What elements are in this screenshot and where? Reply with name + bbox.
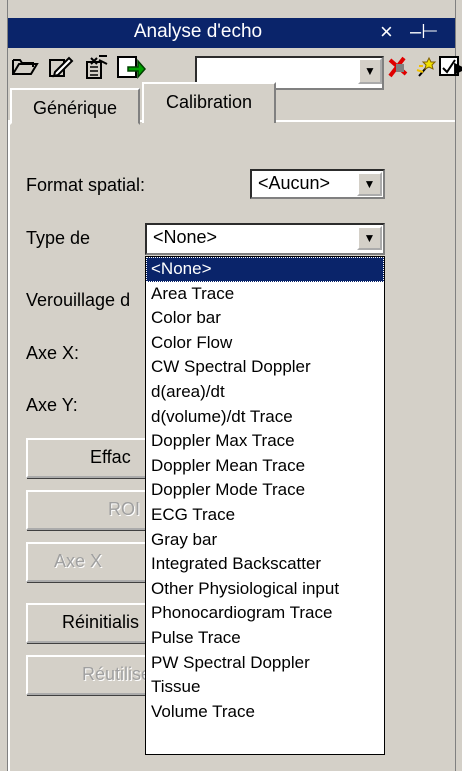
dropdown-item[interactable]: ECG Trace (146, 503, 384, 528)
dropdown-item[interactable]: Tissue (146, 675, 384, 700)
tab-generique[interactable]: Générique (10, 88, 140, 125)
window-title: Analyse d'echo (133, 21, 263, 42)
dropdown-item[interactable]: Other Physiological input (146, 577, 384, 602)
overflow-arrow-icon[interactable]: ▶ (454, 54, 462, 84)
verouillage-label: Verouillage d (26, 290, 131, 310)
pin-icon[interactable]: –⊢ (410, 19, 439, 44)
chevron-down-icon[interactable]: ▼ (357, 226, 382, 250)
format-spatial-label: Format spatial: (26, 175, 146, 195)
dropdown-item[interactable]: Doppler Max Trace (146, 429, 384, 454)
chevron-down-icon[interactable]: ▼ (357, 172, 382, 196)
dropdown-item[interactable]: Color Flow (146, 331, 384, 356)
format-spatial-select[interactable]: <Aucun> ▼ (250, 169, 385, 199)
dropdown-item[interactable]: Pulse Trace (146, 626, 384, 651)
dropdown-item[interactable]: Area Trace (146, 282, 384, 307)
dropdown-item[interactable]: Phonocardiogram Trace (146, 601, 384, 626)
dropdown-item[interactable]: Doppler Mode Trace (146, 478, 384, 503)
type-de-select[interactable]: <None> ▼ (145, 223, 385, 255)
title-bar[interactable]: Analyse d'echo × –⊢ (8, 18, 455, 48)
delete-icon[interactable] (82, 54, 112, 84)
dropdown-item[interactable]: Volume Trace (146, 700, 384, 725)
panel-left-border (0, 0, 8, 771)
edit-pencil-icon[interactable] (46, 54, 76, 84)
red-x-icon[interactable] (384, 54, 414, 84)
dropdown-item[interactable]: CW Spectral Doppler (146, 355, 384, 380)
dropdown-item[interactable]: <None> (146, 257, 384, 282)
dropdown-item[interactable]: Gray bar (146, 528, 384, 553)
dropdown-item[interactable]: d(volume)/dt Trace (146, 405, 384, 430)
type-de-label: Type de (26, 228, 91, 248)
dropdown-item[interactable]: Color bar (146, 306, 384, 331)
dropdown-item[interactable]: Integrated Backscatter (146, 552, 384, 577)
close-icon[interactable]: × (380, 19, 393, 45)
dropdown-item[interactable]: PW Spectral Doppler (146, 651, 384, 676)
format-spatial-value: <Aucun> (258, 173, 331, 193)
tab-calibration[interactable]: Calibration (142, 82, 276, 123)
axe-y-label: Axe Y: (26, 395, 78, 415)
chevron-down-icon[interactable]: ▼ (358, 58, 382, 84)
dropdown-item[interactable]: d(area)/dt (146, 380, 384, 405)
type-de-dropdown-list[interactable]: <None> Area Trace Color bar Color Flow CW Sp… (145, 256, 385, 755)
type-de-value: <None> (153, 227, 218, 247)
export-icon[interactable] (116, 54, 146, 84)
dropdown-item[interactable]: Doppler Mean Trace (146, 454, 384, 479)
panel-right-border (455, 0, 462, 771)
open-folder-icon[interactable] (10, 54, 40, 84)
axe-x-label: Axe X: (26, 343, 80, 363)
